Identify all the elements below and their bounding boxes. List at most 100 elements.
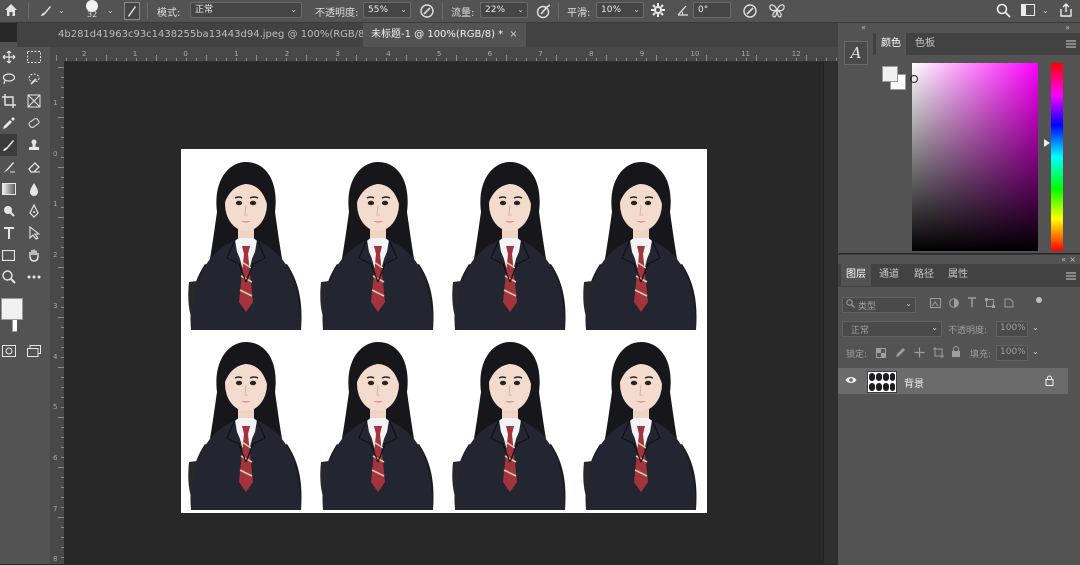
- chevron-down-icon[interactable]: ⌄: [1042, 6, 1049, 15]
- vertical-scrollbar[interactable]: [823, 62, 839, 564]
- settings-icon[interactable]: [650, 2, 666, 18]
- mode-select[interactable]: 正常 ⌄: [190, 2, 302, 18]
- eye-icon[interactable]: [845, 376, 857, 384]
- chevron-down-icon[interactable]: ⌄: [1032, 347, 1039, 356]
- color-picker-handle[interactable]: [910, 75, 918, 83]
- brush-preset-icon[interactable]: [38, 3, 54, 19]
- blend-mode-select[interactable]: 正常 ⌄: [842, 321, 942, 337]
- document-canvas[interactable]: [181, 149, 707, 513]
- filter-smart-object-icon[interactable]: [1004, 298, 1014, 308]
- pressure-size-icon[interactable]: [742, 3, 758, 19]
- foreground-color-swatch[interactable]: [1, 298, 23, 320]
- ruler-label: 8: [53, 555, 58, 564]
- quick-selection-tool-icon[interactable]: [25, 68, 42, 90]
- healing-brush-tool-icon[interactable]: [25, 112, 42, 134]
- blur-tool-icon[interactable]: [25, 178, 42, 200]
- dodge-tool-icon[interactable]: [0, 200, 17, 222]
- layer-name[interactable]: 背景: [904, 375, 924, 390]
- quick-mask-icon[interactable]: [0, 340, 17, 362]
- move-tool-icon[interactable]: [0, 46, 17, 68]
- tab-paths[interactable]: 路径: [909, 264, 939, 286]
- tab-properties[interactable]: 属性: [943, 264, 973, 286]
- rectangle-tool-icon[interactable]: [0, 244, 17, 266]
- collapse-icon[interactable]: «: [1061, 255, 1066, 264]
- zoom-tool-icon[interactable]: [0, 266, 17, 288]
- tab-layers[interactable]: 图层: [841, 264, 871, 286]
- gradient-tool-icon[interactable]: [0, 178, 17, 200]
- tab-color[interactable]: 颜色: [876, 33, 906, 55]
- marquee-tool-icon[interactable]: [25, 46, 42, 68]
- lock-position-icon[interactable]: [914, 347, 925, 358]
- crop-tool-icon[interactable]: [0, 90, 17, 112]
- fill-value: 100%: [1000, 347, 1026, 357]
- workspace-icon[interactable]: [1021, 4, 1035, 16]
- layer-row[interactable]: 背景: [838, 368, 1068, 394]
- panel-menu-icon[interactable]: [1066, 40, 1076, 48]
- brush-tool-icon[interactable]: [0, 134, 17, 156]
- brush-settings-icon[interactable]: [124, 2, 140, 20]
- character-panel-icon[interactable]: A: [844, 41, 868, 65]
- hue-slider-handle[interactable]: [1044, 139, 1050, 147]
- layer-opacity-field[interactable]: 100%: [996, 321, 1028, 337]
- frame-tool-icon[interactable]: [25, 90, 42, 112]
- flow-field[interactable]: 22% ⌄: [480, 2, 528, 18]
- saturation-brightness-field[interactable]: [912, 63, 1038, 251]
- color-panel-tabbar: 颜色 色板: [873, 33, 1080, 55]
- share-icon[interactable]: [1059, 2, 1073, 18]
- tab-channels[interactable]: 通道: [874, 264, 904, 286]
- airbrush-icon[interactable]: [535, 3, 553, 19]
- flow-label: 流量:: [451, 8, 475, 19]
- chevron-down-icon: ⌄: [517, 5, 524, 14]
- layer-filter-select[interactable]: 类型 ⌄: [842, 297, 916, 313]
- filter-pixel-icon[interactable]: [930, 298, 941, 308]
- lock-transparency-icon[interactable]: [876, 348, 886, 358]
- brush-size-value: 32: [87, 10, 98, 19]
- doc-tab-1[interactable]: 4b281d41963c93c1438255ba13443d94.jpeg @ …: [50, 23, 399, 47]
- tab-swatches[interactable]: 色板: [910, 33, 940, 55]
- hue-slider[interactable]: [1051, 63, 1063, 251]
- screen-mode-icon[interactable]: [25, 340, 42, 362]
- panel-foreground-swatch[interactable]: [882, 66, 898, 82]
- home-icon[interactable]: [3, 2, 19, 18]
- fill-field[interactable]: 100%: [996, 345, 1028, 361]
- lasso-tool-icon[interactable]: [0, 68, 17, 90]
- opacity-field[interactable]: 55% ⌄: [363, 2, 411, 18]
- lock-artboard-icon[interactable]: [933, 347, 944, 358]
- ruler-label: 12: [791, 50, 801, 58]
- filter-toggle[interactable]: [1036, 297, 1042, 303]
- eyedropper-tool-icon[interactable]: [0, 112, 17, 134]
- id-photo: [578, 152, 704, 330]
- chevron-down-icon[interactable]: ⌄: [107, 6, 114, 15]
- collapse-icon[interactable]: »: [1065, 23, 1070, 32]
- collapse-icon[interactable]: «: [861, 23, 866, 32]
- type-tool-icon[interactable]: [0, 222, 17, 244]
- filter-adjustment-icon[interactable]: [949, 298, 959, 308]
- pressure-opacity-icon[interactable]: [419, 3, 435, 19]
- filter-type-icon[interactable]: [967, 297, 977, 308]
- eraser-tool-icon[interactable]: [25, 156, 42, 178]
- ruler-label: 2: [53, 251, 58, 260]
- lock-all-icon[interactable]: [951, 346, 961, 358]
- close-icon[interactable]: ×: [1069, 255, 1076, 264]
- pen-tool-icon[interactable]: [25, 200, 42, 222]
- lock-pixels-icon[interactable]: [895, 347, 906, 358]
- chevron-down-icon[interactable]: ⌄: [58, 6, 65, 15]
- path-selection-tool-icon[interactable]: [25, 222, 42, 244]
- search-icon[interactable]: [996, 3, 1011, 18]
- filter-shape-icon[interactable]: [985, 298, 995, 308]
- smoothing-field[interactable]: 10% ⌄: [596, 2, 644, 18]
- butterfly-icon[interactable]: [768, 2, 786, 19]
- history-brush-tool-icon[interactable]: [0, 156, 17, 178]
- panel-icon-strip: « A: [838, 23, 874, 253]
- clone-stamp-tool-icon[interactable]: [25, 134, 42, 156]
- close-icon[interactable]: ×: [509, 29, 517, 40]
- panel-menu-icon[interactable]: [1066, 272, 1076, 280]
- chevron-down-icon[interactable]: ⌄: [1032, 323, 1039, 332]
- tools-panel: [0, 42, 36, 564]
- id-photo: [315, 332, 441, 510]
- angle-field[interactable]: 0°: [693, 2, 731, 18]
- blend-mode-value: 正常: [851, 326, 870, 336]
- hand-tool-icon[interactable]: [25, 244, 42, 266]
- more-tools-icon[interactable]: [25, 266, 42, 288]
- doc-tab-2[interactable]: 未标题-1 @ 100%(RGB/8) * ×: [363, 23, 526, 47]
